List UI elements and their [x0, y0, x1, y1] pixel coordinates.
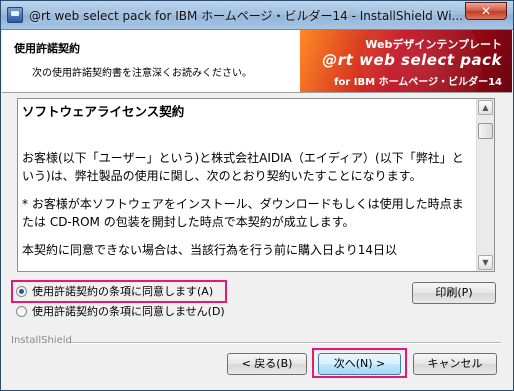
accept-highlight [11, 280, 227, 303]
license-paragraph-3: 本契約に同意できない場合は、当該行為を行う前に購入日より14日以 [22, 243, 398, 257]
page-title: 使用許諾契約 [14, 42, 80, 55]
footer-divider [71, 342, 501, 344]
close-icon: ✕ [480, 4, 492, 18]
next-highlight [312, 348, 407, 378]
license-heading: ソフトウェアライセンス契約 [22, 104, 185, 119]
decline-option[interactable]: 使用許諾契約の条項に同意しません(D) [16, 303, 225, 321]
license-paragraph-1: お客様(以下「ユーザー」という)と株式会社AIDIA（エイディア）(以下「弊社」… [22, 151, 464, 183]
scroll-thumb[interactable] [478, 123, 493, 139]
decline-radio[interactable] [16, 305, 27, 317]
title-bar[interactable]: @rt web select pack for IBM ホームページ・ビルダー1… [1, 1, 513, 30]
cancel-button[interactable]: キャンセル [413, 353, 497, 375]
scroll-up-arrow-icon[interactable]: ▲ [478, 100, 493, 115]
banner-product-name: @rt web select pack [322, 51, 502, 69]
banner-line-1: Webデザインテンプレート [365, 38, 502, 51]
license-text-box[interactable]: ソフトウェアライセンス契約 お客様(以下「ユーザー」という)と株式会社AIDIA… [17, 98, 495, 272]
banner-line-3: for IBM ホームページ・ビルダー14 [334, 77, 502, 88]
license-scrollbar[interactable]: ▲ ▼ [476, 99, 494, 271]
product-banner: Webデザインテンプレート @rt web select pack for IB… [300, 30, 512, 92]
window-title: @rt web select pack for IBM ホームページ・ビルダー1… [29, 9, 463, 23]
print-button[interactable]: 印刷(P) [412, 282, 496, 304]
license-text: ソフトウェアライセンス契約 お客様(以下「ユーザー」という)と株式会社AIDIA… [22, 103, 474, 259]
installer-app-icon [7, 7, 23, 23]
license-paragraph-2: * お客様が本ソフトウェアをインストール、ダウンロードもしくは使用した時点または… [22, 197, 464, 229]
installer-window: @rt web select pack for IBM ホームページ・ビルダー1… [0, 0, 514, 391]
installshield-brand: InstallShield [11, 335, 72, 346]
close-button[interactable]: ✕ [465, 2, 507, 20]
decline-label: 使用許諾契約の条項に同意しません(D) [32, 305, 225, 318]
back-button[interactable]: < 戻る(B) [227, 353, 307, 375]
scroll-down-arrow-icon[interactable]: ▼ [478, 255, 493, 270]
wizard-header: 使用許諾契約 次の使用許諾契約書を注意深くお読みください。 Webデザインテンプ… [2, 30, 512, 93]
page-subtitle: 次の使用許諾契約書を注意深くお読みください。 [32, 68, 252, 79]
